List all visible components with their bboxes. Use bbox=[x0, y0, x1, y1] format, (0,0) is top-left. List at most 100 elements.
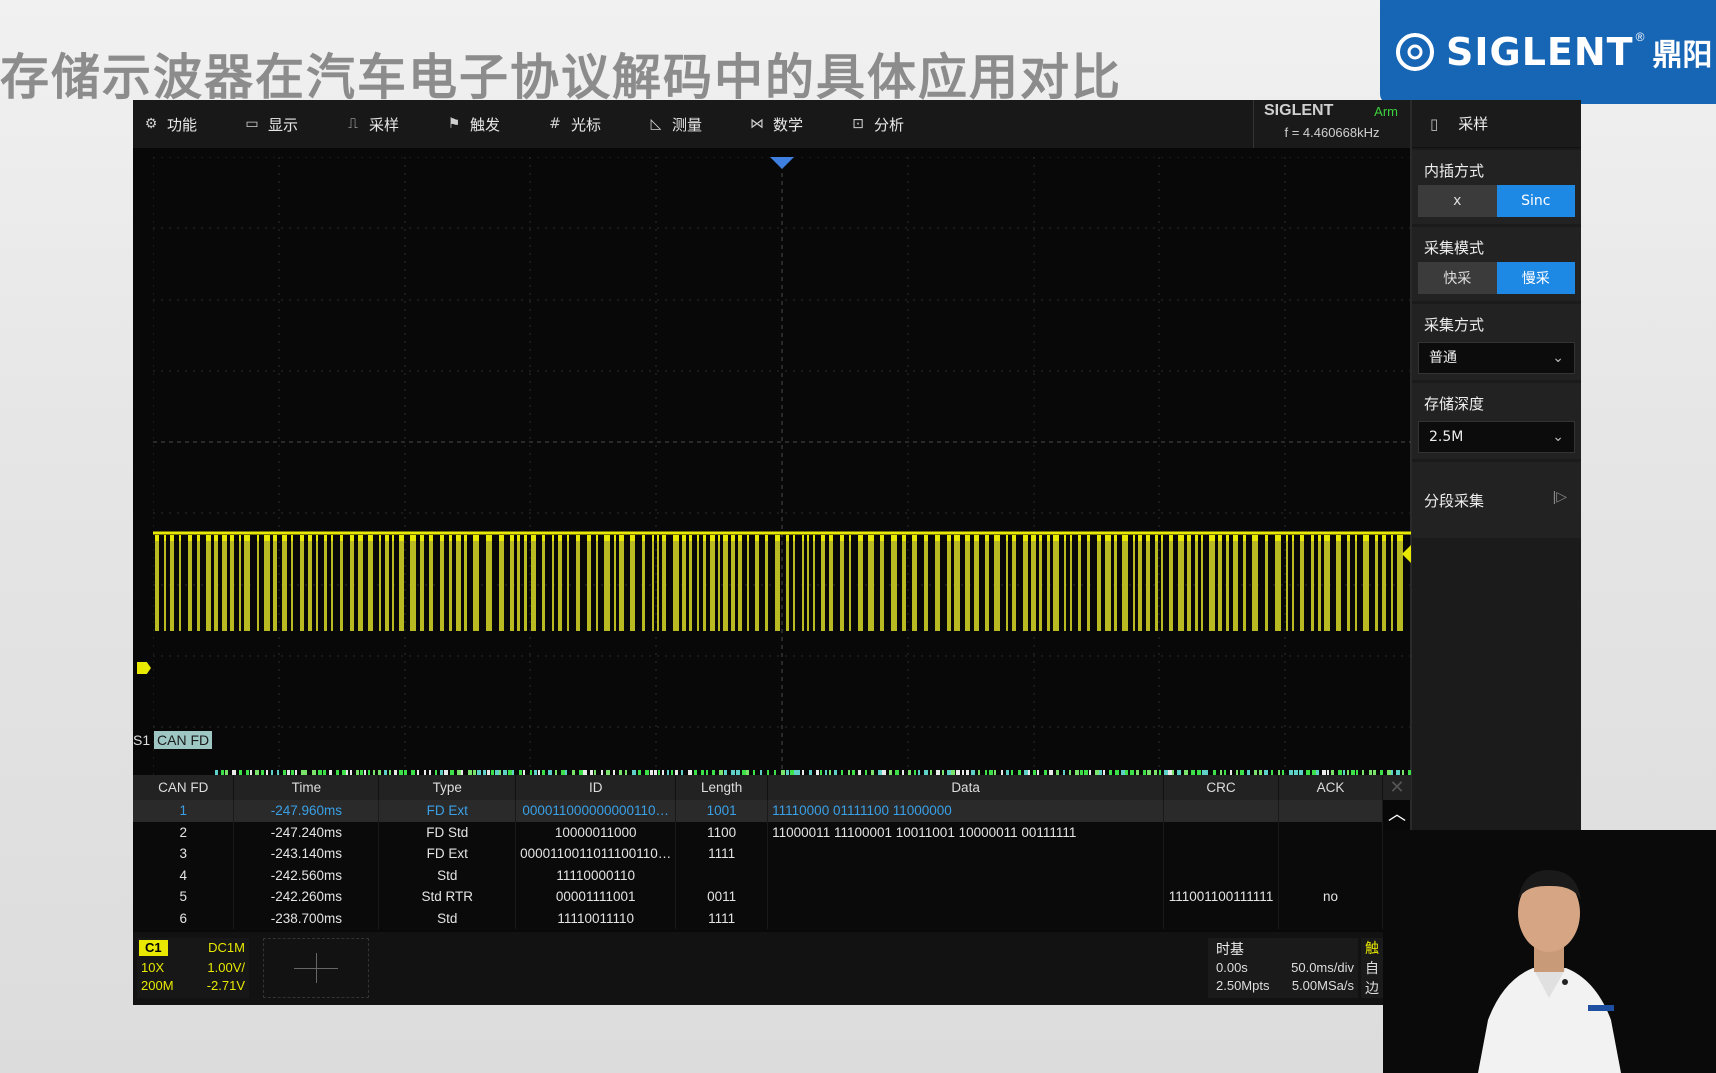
cell-id: 000011000000000110… bbox=[515, 800, 677, 822]
presenter-video bbox=[1383, 830, 1716, 1073]
cell-data bbox=[767, 907, 1165, 929]
cell-crc bbox=[1163, 821, 1280, 843]
table-row[interactable]: 6 -238.700ms Std 11110011110 1111 bbox=[133, 907, 1383, 929]
table-row[interactable]: 1 -247.960ms FD Ext 000011000000000110… … bbox=[133, 800, 1383, 822]
logo-brand: SIGLENT bbox=[1446, 30, 1634, 74]
acq-type-dropdown[interactable]: 普通 ⌄ bbox=[1418, 342, 1575, 374]
interp-x-option[interactable]: x bbox=[1418, 185, 1497, 217]
math-icon: ⋈ bbox=[750, 116, 764, 132]
menu-label: 触发 bbox=[470, 115, 501, 134]
acq-fast-option[interactable]: 快采 bbox=[1418, 262, 1497, 294]
interp-sinc-option[interactable]: Sinc bbox=[1496, 185, 1575, 217]
menu-display[interactable]: ▭ 显示 bbox=[234, 100, 335, 148]
flag-icon: ⚑ bbox=[447, 116, 461, 132]
menu-trigger[interactable]: ⚑ 触发 bbox=[436, 100, 537, 148]
channel-1-tag: C1 bbox=[139, 940, 168, 956]
cell-crc: 111001100111111 bbox=[1163, 886, 1280, 908]
cell-crc bbox=[1163, 907, 1280, 929]
acq-type-label: 采集方式 bbox=[1424, 316, 1485, 334]
swirl-icon bbox=[1396, 33, 1434, 71]
col-id[interactable]: ID bbox=[515, 775, 677, 800]
menu-measure[interactable]: ◺ 测量 bbox=[638, 100, 739, 148]
cell-ack: no bbox=[1278, 886, 1383, 908]
table-row[interactable]: 3 -243.140ms FD Ext 0000110011011100110…… bbox=[133, 843, 1383, 865]
cell-data bbox=[767, 864, 1165, 886]
sample-rate: 5.00MSa/s bbox=[1291, 978, 1354, 993]
depth-dropdown[interactable]: 2.5M ⌄ bbox=[1418, 421, 1575, 453]
cell-type: FD Ext bbox=[378, 843, 517, 865]
add-channel-button[interactable] bbox=[263, 938, 369, 998]
sampling-icon: ▯ bbox=[1430, 114, 1439, 133]
menu-math[interactable]: ⋈ 数学 bbox=[739, 100, 840, 148]
channel-bandwidth: 200M bbox=[141, 978, 174, 993]
waveform-grid bbox=[153, 157, 1411, 870]
cell-ack bbox=[1278, 821, 1383, 843]
cell-id: 11110000110 bbox=[515, 864, 677, 886]
chevron-up-icon[interactable]: ︿ bbox=[1383, 800, 1411, 828]
analysis-icon: ⊡ bbox=[852, 116, 864, 132]
cell-id: 00001111001 bbox=[515, 886, 677, 908]
menu-bar: ⚙ 功能 ▭ 显示 ⎍ 采样 ⚑ 触发 # 光标 ◺ 测量 ⋈ 数学 ⊡ 分析 bbox=[133, 100, 1410, 148]
cell-time: -238.700ms bbox=[233, 907, 380, 929]
cell-time: -243.140ms bbox=[233, 843, 380, 865]
cell-ack bbox=[1278, 864, 1383, 886]
menu-label: 测量 bbox=[672, 115, 703, 134]
menu-function[interactable]: ⚙ 功能 bbox=[133, 100, 234, 148]
cell-time: -242.260ms bbox=[233, 886, 380, 908]
table-row[interactable]: 5 -242.260ms Std RTR 00001111001 0011 11… bbox=[133, 886, 1383, 908]
serial-bus-label: S1 bbox=[133, 732, 151, 748]
acq-slow-option[interactable]: 慢采 bbox=[1496, 262, 1575, 294]
panel-title: 采样 bbox=[1458, 115, 1489, 133]
close-icon[interactable]: ✕ bbox=[1383, 775, 1411, 800]
logo-registered: ® bbox=[1635, 30, 1645, 44]
interp-section: 内插方式 x Sinc bbox=[1412, 150, 1581, 224]
cell-type: Std bbox=[378, 907, 517, 929]
cell-length bbox=[675, 864, 769, 886]
cell-ack bbox=[1278, 800, 1383, 822]
acq-type-value: 普通 bbox=[1429, 350, 1457, 366]
panel-header: ▯ 采样 bbox=[1412, 100, 1581, 148]
menu-analysis[interactable]: ⊡ 分析 bbox=[840, 100, 941, 148]
frequency-readout: f = 4.460668kHz bbox=[1284, 125, 1380, 140]
depth-label: 存储深度 bbox=[1424, 395, 1485, 413]
cell-time: -247.960ms bbox=[233, 800, 380, 822]
cell-data bbox=[767, 843, 1165, 865]
menu-label: 采样 bbox=[369, 115, 400, 134]
col-ack[interactable]: ACK bbox=[1278, 775, 1383, 800]
trigger-position-marker bbox=[770, 157, 794, 169]
cell-id: 10000011000 bbox=[515, 821, 677, 843]
col-type[interactable]: Type bbox=[378, 775, 517, 800]
channel-1-info[interactable]: C1 DC1M 10X 1.00V/ 200M -2.71V bbox=[137, 938, 249, 998]
presenter-figure bbox=[1383, 830, 1716, 1073]
timebase-label: 时基 bbox=[1216, 942, 1244, 958]
acq-type-section: 采集方式 普通 ⌄ bbox=[1412, 304, 1581, 380]
table-row[interactable]: 2 -247.240ms FD Std 10000011000 1100 110… bbox=[133, 821, 1383, 843]
decode-table: CAN FD Time Type ID Length Data CRC ACK … bbox=[133, 775, 1383, 931]
col-time[interactable]: Time bbox=[233, 775, 380, 800]
timebase-info[interactable]: 时基 0.00s 50.0ms/div 2.50Mpts 5.00MSa/s bbox=[1208, 938, 1358, 998]
trigger-level-marker bbox=[1402, 545, 1411, 563]
cell-length: 0011 bbox=[675, 886, 769, 908]
col-length[interactable]: Length bbox=[675, 775, 769, 800]
menu-label: 显示 bbox=[268, 115, 299, 134]
cell-length: 1111 bbox=[675, 907, 769, 929]
col-data[interactable]: Data bbox=[767, 775, 1165, 800]
measure-icon: ◺ bbox=[650, 116, 662, 132]
memory-depth: 2.50Mpts bbox=[1216, 978, 1270, 993]
interp-label: 内插方式 bbox=[1424, 162, 1485, 180]
menu-sampling[interactable]: ⎍ 采样 bbox=[335, 100, 436, 148]
logo-cn: 鼎阳 bbox=[1652, 38, 1713, 73]
cell-index: 2 bbox=[133, 821, 235, 843]
channel-probe: 10X bbox=[141, 960, 165, 975]
col-index[interactable]: CAN FD bbox=[133, 775, 235, 800]
cell-crc bbox=[1163, 843, 1280, 865]
menu-label: 数学 bbox=[773, 115, 804, 134]
segment-section[interactable]: 分段采集 |▷ bbox=[1412, 462, 1581, 538]
table-row[interactable]: 4 -242.560ms Std 11110000110 bbox=[133, 864, 1383, 886]
cell-type: Std bbox=[378, 864, 517, 886]
cell-time: -247.240ms bbox=[233, 821, 380, 843]
menu-cursor[interactable]: # 光标 bbox=[537, 100, 638, 148]
cell-id: 0000110011011100110… bbox=[515, 843, 677, 865]
channel-1-offset-marker[interactable] bbox=[137, 662, 151, 674]
col-crc[interactable]: CRC bbox=[1163, 775, 1280, 800]
